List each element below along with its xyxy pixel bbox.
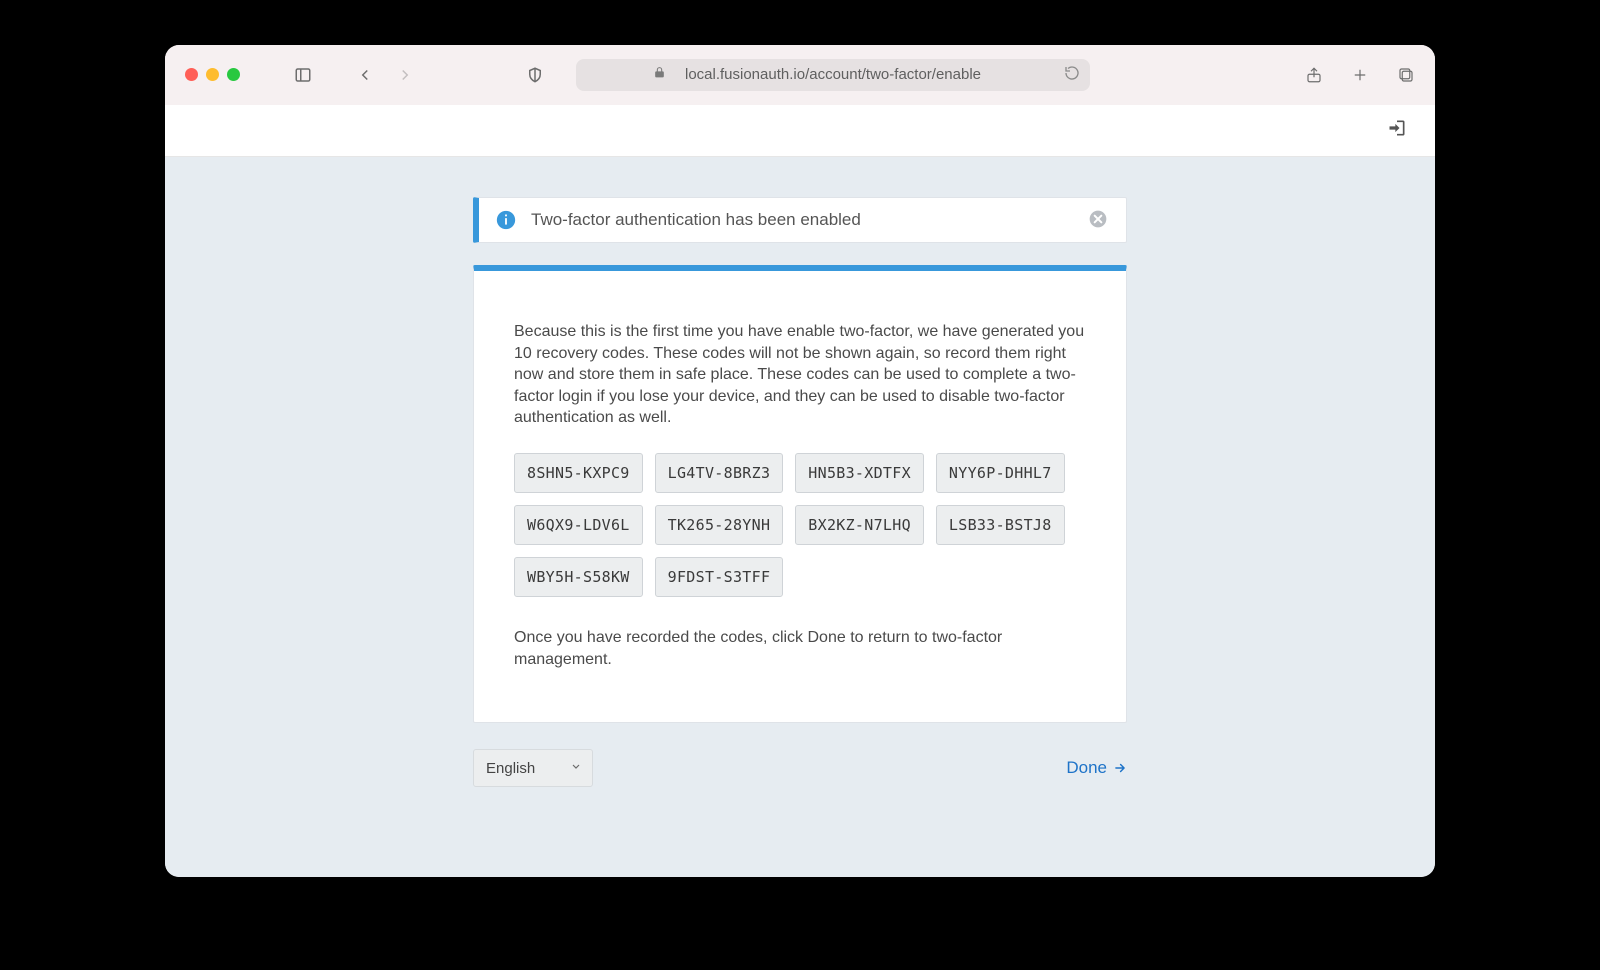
language-select[interactable]: English [473,749,593,787]
close-banner-button[interactable] [1088,209,1110,231]
recovery-code: HN5B3-XDTFX [795,453,924,493]
recovery-codes-list: 8SHN5-KXPC9 LG4TV-8BRZ3 HN5B3-XDTFX NYY6… [514,453,1086,597]
lock-icon [653,66,666,83]
logout-button[interactable] [1387,118,1407,143]
done-link-label: Done [1066,758,1107,778]
nav-back-button[interactable] [350,60,380,90]
address-bar-url: local.fusionauth.io/account/two-factor/e… [685,66,981,83]
window-minimize-button[interactable] [206,68,219,81]
toolbar-right-group [1299,60,1421,90]
new-tab-button[interactable] [1345,60,1375,90]
recovery-code: 9FDST-S3TFF [655,557,784,597]
content-area: Two-factor authentication has been enabl… [165,157,1435,877]
recovery-code: BX2KZ-N7LHQ [795,505,924,545]
app-header [165,105,1435,157]
browser-toolbar: local.fusionauth.io/account/two-factor/e… [165,45,1435,105]
intro-text: Because this is the first time you have … [514,321,1086,429]
browser-window: local.fusionauth.io/account/two-factor/e… [165,45,1435,877]
recovery-code: TK265-28YNH [655,505,784,545]
below-panel-row: English Done [473,749,1127,787]
recovery-codes-panel: Because this is the first time you have … [473,265,1127,723]
window-zoom-button[interactable] [227,68,240,81]
window-controls [179,68,240,81]
arrow-right-icon [1113,761,1127,775]
recovery-code: LSB33-BSTJ8 [936,505,1065,545]
recovery-code: 8SHN5-KXPC9 [514,453,643,493]
footer-text: Once you have recorded the codes, click … [514,627,1086,670]
recovery-code: W6QX9-LDV6L [514,505,643,545]
recovery-code: WBY5H-S58KW [514,557,643,597]
chevron-down-icon [570,760,582,777]
info-banner: Two-factor authentication has been enabl… [473,197,1127,243]
window-close-button[interactable] [185,68,198,81]
done-link[interactable]: Done [1066,758,1127,778]
address-bar[interactable]: local.fusionauth.io/account/two-factor/e… [576,59,1090,91]
nav-forward-button[interactable] [390,60,420,90]
language-select-value: English [486,760,535,777]
tabs-overview-button[interactable] [1391,60,1421,90]
info-banner-text: Two-factor authentication has been enabl… [531,210,861,230]
recovery-code: LG4TV-8BRZ3 [655,453,784,493]
privacy-shield-button[interactable] [520,60,550,90]
reload-button[interactable] [1064,65,1080,85]
share-button[interactable] [1299,60,1329,90]
info-icon [495,209,517,231]
sidebar-toggle-button[interactable] [288,60,318,90]
recovery-code: NYY6P-DHHL7 [936,453,1065,493]
